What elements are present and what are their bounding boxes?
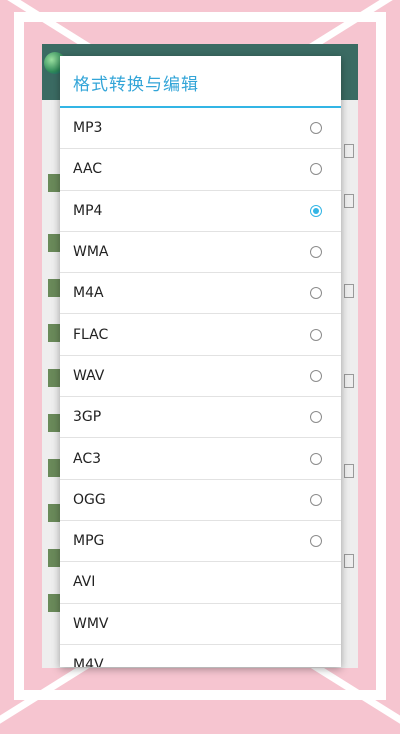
format-option-ac3[interactable]: AC3 [60, 438, 341, 480]
format-option-label: M4V [73, 657, 104, 667]
format-option-label: WMV [73, 615, 109, 632]
radio-unselected-icon[interactable] [310, 493, 322, 506]
radio-unselected-icon[interactable] [310, 369, 322, 382]
dialog-header: 格式转换与编辑 [60, 56, 341, 108]
format-option-aac[interactable]: AAC [60, 149, 341, 191]
format-option-label: FLAC [73, 326, 109, 343]
background-row-icon [344, 464, 354, 478]
background-row-icon [344, 144, 354, 158]
format-option-label: MP3 [73, 120, 103, 137]
format-options-list: MP3 AAC MP4 WMA M4A FLAC WAV 3GP AC3 OGG MPG AVI WMV… [60, 108, 341, 667]
format-option-label: M4A [73, 285, 104, 302]
format-option-mp4[interactable]: MP4 [60, 191, 341, 232]
format-option-mp3[interactable]: MP3 [60, 108, 341, 150]
format-option-label: AVI [73, 574, 96, 591]
radio-unselected-icon[interactable] [310, 535, 322, 548]
format-option-label: WMA [73, 244, 109, 261]
radio-selected-icon[interactable] [310, 204, 322, 217]
background-row-icon [344, 194, 354, 208]
format-option-m4a[interactable]: M4A [60, 273, 341, 315]
format-option-3gp[interactable]: 3GP [60, 397, 341, 439]
format-option-wma[interactable]: WMA [60, 232, 341, 274]
format-option-wmv[interactable]: WMV [60, 604, 341, 645]
format-option-mpg[interactable]: MPG [60, 521, 341, 563]
format-option-label: MPG [73, 533, 105, 550]
radio-unselected-icon[interactable] [310, 163, 322, 176]
format-option-wav[interactable]: WAV [60, 356, 341, 398]
radio-unselected-icon[interactable] [310, 246, 322, 259]
format-option-label: WAV [73, 367, 105, 384]
format-option-label: OGG [73, 491, 106, 508]
format-dialog: 格式转换与编辑 MP3 AAC MP4 WMA M4A FLAC WAV 3GP AC3 OGG M… [60, 56, 341, 667]
background-row-icon [344, 374, 354, 388]
format-option-label: MP4 [73, 202, 103, 219]
background-row-icon [344, 284, 354, 298]
format-option-label: 3GP [73, 409, 102, 426]
radio-unselected-icon[interactable] [310, 287, 322, 300]
dialog-title: 格式转换与编辑 [73, 75, 199, 95]
radio-unselected-icon[interactable] [310, 452, 322, 465]
format-option-flac[interactable]: FLAC [60, 314, 341, 356]
background-row-icon [344, 554, 354, 568]
radio-unselected-icon[interactable] [310, 328, 322, 341]
radio-unselected-icon[interactable] [310, 122, 322, 135]
radio-unselected-icon[interactable] [310, 411, 322, 424]
format-option-label: AAC [73, 161, 103, 178]
format-option-avi[interactable]: AVI [60, 562, 341, 604]
format-option-label: AC3 [73, 450, 102, 467]
format-option-ogg[interactable]: OGG [60, 480, 341, 521]
format-option-m4v[interactable]: M4V [60, 645, 341, 667]
